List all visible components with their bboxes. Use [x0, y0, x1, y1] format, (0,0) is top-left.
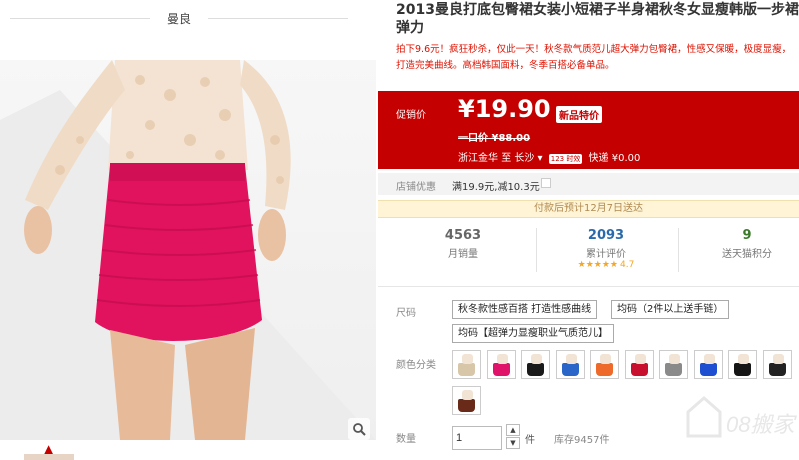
divider	[378, 286, 799, 287]
color-swatch[interactable]	[624, 350, 654, 379]
original-price: 一口价 ¥88.00	[458, 129, 530, 144]
color-swatch[interactable]	[659, 350, 688, 379]
color-swatch[interactable]	[486, 350, 516, 379]
brand-name[interactable]: 曼良	[158, 10, 200, 27]
points-count: 9	[742, 228, 752, 243]
divider	[10, 18, 150, 19]
ship-fee: ¥0.00	[611, 153, 641, 164]
divider	[536, 228, 537, 272]
swatch-model	[462, 354, 473, 364]
swatch-model	[496, 354, 508, 364]
chevron-down-icon[interactable]: ▾	[534, 153, 543, 164]
reviews-label: 累计评价	[586, 249, 626, 260]
total-reviews[interactable]: 2093 累计评价 ★★★★★ 4.7	[556, 228, 656, 270]
points-label: 送天猫积分	[722, 249, 772, 260]
color-swatch[interactable]	[590, 350, 619, 379]
size-option[interactable]: 均码（2件以上送手链）	[611, 300, 730, 319]
swatch-skirt	[699, 363, 717, 376]
product-photo-illustration	[0, 60, 376, 440]
divider	[208, 18, 348, 19]
promo-info-icon[interactable]	[541, 178, 551, 188]
product-details: 2013曼良打底包臀裙女装小短裙子半身裙秋冬女显瘦韩版一步裙弹力 拍下9.6元！…	[378, 0, 799, 460]
promo-label: 店铺优惠	[396, 182, 436, 193]
color-label: 颜色分类	[396, 360, 436, 371]
size-label: 尺码	[396, 308, 416, 319]
original-price-label: 一口价	[458, 133, 488, 144]
chevron-down-icon[interactable]: ▼	[506, 437, 520, 449]
swatch-model	[634, 354, 646, 364]
tmall-points: 9 送天猫积分	[712, 228, 782, 260]
swatch-model	[565, 354, 577, 364]
color-swatch[interactable]	[762, 350, 792, 379]
reviews-count[interactable]: 2093	[556, 228, 656, 243]
ship-method: 快递	[588, 153, 609, 164]
product-subtitle: 拍下9.6元！疯狂秒杀，仅此一天！秋冬款气质范儿超大弹力包臀裙，性感又保暖，极度…	[396, 44, 792, 71]
quantity-label: 数量	[396, 434, 416, 445]
size-option[interactable]: 均码【超弹力显瘦职业气质范儿】	[452, 324, 614, 343]
brand-bar: 曼良	[0, 0, 376, 38]
swatch-model	[772, 354, 784, 364]
rating-value: 4.7	[620, 260, 635, 270]
thumbnail-strip[interactable]	[24, 454, 74, 460]
swatch-model	[600, 354, 611, 364]
price-panel: 促销价 ¥19.90 新品特价 一口价 ¥88.00 浙江金华 至 长沙 ▾ 1…	[378, 91, 799, 169]
swatch-model	[738, 354, 749, 364]
stock-count: 库存9457件	[554, 435, 610, 446]
color-swatch[interactable]	[521, 350, 550, 379]
sales-count: 4563	[444, 228, 482, 243]
ship-to-city[interactable]: 长沙	[514, 153, 534, 164]
main-product-image[interactable]	[0, 60, 376, 440]
star-icons: ★★★★★	[577, 260, 618, 270]
shipping-info: 浙江金华 至 长沙 ▾ 123 时效 快递 ¥0.00	[458, 149, 640, 164]
svg-text:08搬家: 08搬家	[726, 412, 797, 437]
chevron-up-icon[interactable]: ▲	[506, 424, 520, 436]
swatch-skirt	[527, 363, 544, 376]
magnifier-icon	[353, 423, 366, 436]
ship-to-word: 至	[501, 153, 512, 164]
delivery-estimate: 付款后预计12月7日送达	[378, 200, 799, 218]
size-option[interactable]: 秋冬款性感百搭 打造性感曲线	[452, 300, 598, 319]
sales-label: 月销量	[448, 249, 478, 260]
color-swatch[interactable]	[693, 350, 723, 379]
swatch-skirt	[458, 363, 475, 376]
delivery-time-tag: 123 时效	[548, 154, 583, 164]
promo-price: ¥19.90	[458, 95, 551, 123]
swatch-skirt	[768, 363, 786, 376]
zoom-button[interactable]	[348, 418, 370, 440]
ship-from: 浙江金华	[458, 153, 498, 164]
watermark-logo: 08搬家	[686, 396, 797, 438]
promo-value: 满19.9元,减10.3元	[452, 182, 540, 193]
swatch-skirt	[630, 363, 648, 376]
swatch-skirt	[596, 363, 613, 376]
rating-stars: ★★★★★ 4.7	[556, 260, 656, 270]
product-title: 2013曼良打底包臀裙女装小短裙子半身裙秋冬女显瘦韩版一步裙弹力	[396, 2, 799, 36]
monthly-sales: 4563 月销量	[428, 228, 498, 260]
divider	[678, 228, 679, 272]
new-item-badge: 新品特价	[556, 106, 602, 123]
swatch-skirt	[492, 363, 510, 376]
color-swatch[interactable]	[728, 350, 757, 379]
swatch-model	[703, 354, 715, 364]
price-label: 促销价	[396, 110, 426, 121]
swatch-skirt	[561, 363, 579, 376]
swatch-model	[669, 354, 680, 364]
swatch-skirt	[734, 363, 751, 376]
swatch-skirt	[458, 399, 475, 412]
swatch-model	[462, 390, 473, 400]
stats-row: 4563 月销量 2093 累计评价 ★★★★★ 4.7 9 送天猫积分	[378, 222, 799, 280]
color-swatch[interactable]	[452, 386, 481, 415]
quantity-input[interactable]	[452, 426, 502, 450]
quantity-unit: 件	[525, 435, 535, 446]
original-price-value: 88.00	[498, 133, 531, 144]
product-gallery: 曼良 ▲	[0, 0, 376, 460]
swatch-skirt	[665, 363, 682, 376]
color-swatch[interactable]	[555, 350, 585, 379]
color-swatch[interactable]	[452, 350, 481, 379]
shop-promo-row: 店铺优惠 满19.9元,减10.3元	[378, 173, 799, 195]
swatch-model	[531, 354, 542, 364]
